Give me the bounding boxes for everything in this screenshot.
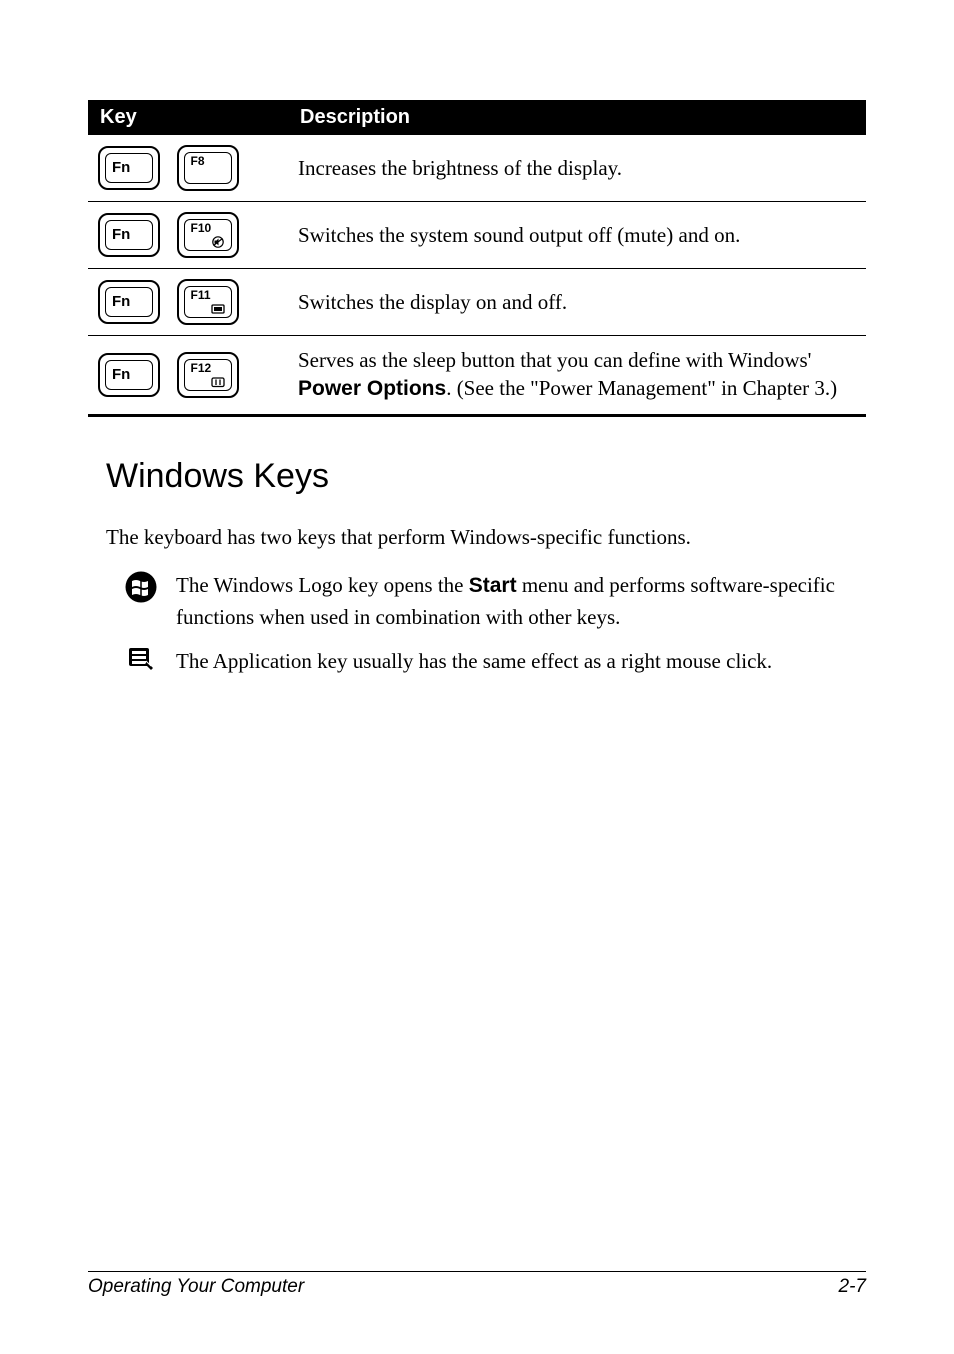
table-row: Fn F10 [88,202,866,269]
keycap-fn: Fn [98,213,160,257]
hotkey-desc: Increases the brightness of the display. [288,135,866,202]
footer-title: Operating Your Computer [88,1276,304,1298]
keycap-f10: F10 [177,212,239,258]
power-options-label: Power Options [298,377,446,400]
keycap-f8: F8 [177,145,239,191]
speaker-mute-icon [211,236,225,248]
start-label: Start [469,574,517,597]
table-row: Fn F12 [88,336,866,416]
hotkey-table: Key Description Fn F8 [88,100,866,417]
hotkey-desc: Switches the system sound output off (mu… [288,202,866,269]
table-row: Fn F8 Increases the brightness of the di… [88,135,866,202]
footer-page-number: 2-7 [839,1276,866,1298]
keycap-f12: F12 [177,352,239,398]
application-key-icon [106,646,176,672]
keycap-f11: F11 [177,279,239,325]
windows-logo-icon [106,570,176,604]
heading-windows-keys: Windows Keys [106,457,866,496]
keycap-fn: Fn [98,280,160,324]
keycap-fn: Fn [98,353,160,397]
hotkey-table-header-desc: Description [288,100,866,135]
windows-logo-description: The Windows Logo key opens the Start men… [176,570,866,632]
list-item: The Windows Logo key opens the Start men… [106,570,866,632]
list-item: The Application key usually has the same… [106,646,866,676]
hotkey-table-header-key: Key [88,100,288,135]
display-panel-icon [211,304,225,315]
table-row: Fn F11 [88,269,866,336]
keycap-fn: Fn [98,146,160,190]
application-key-description: The Application key usually has the same… [176,646,772,676]
sleep-icon [211,377,225,388]
hotkey-desc: Switches the display on and off. [288,269,866,336]
paragraph-intro: The keyboard has two keys that perform W… [106,522,866,552]
page-footer: Operating Your Computer 2-7 [88,1271,866,1298]
hotkey-desc: Serves as the sleep button that you can … [288,336,866,416]
